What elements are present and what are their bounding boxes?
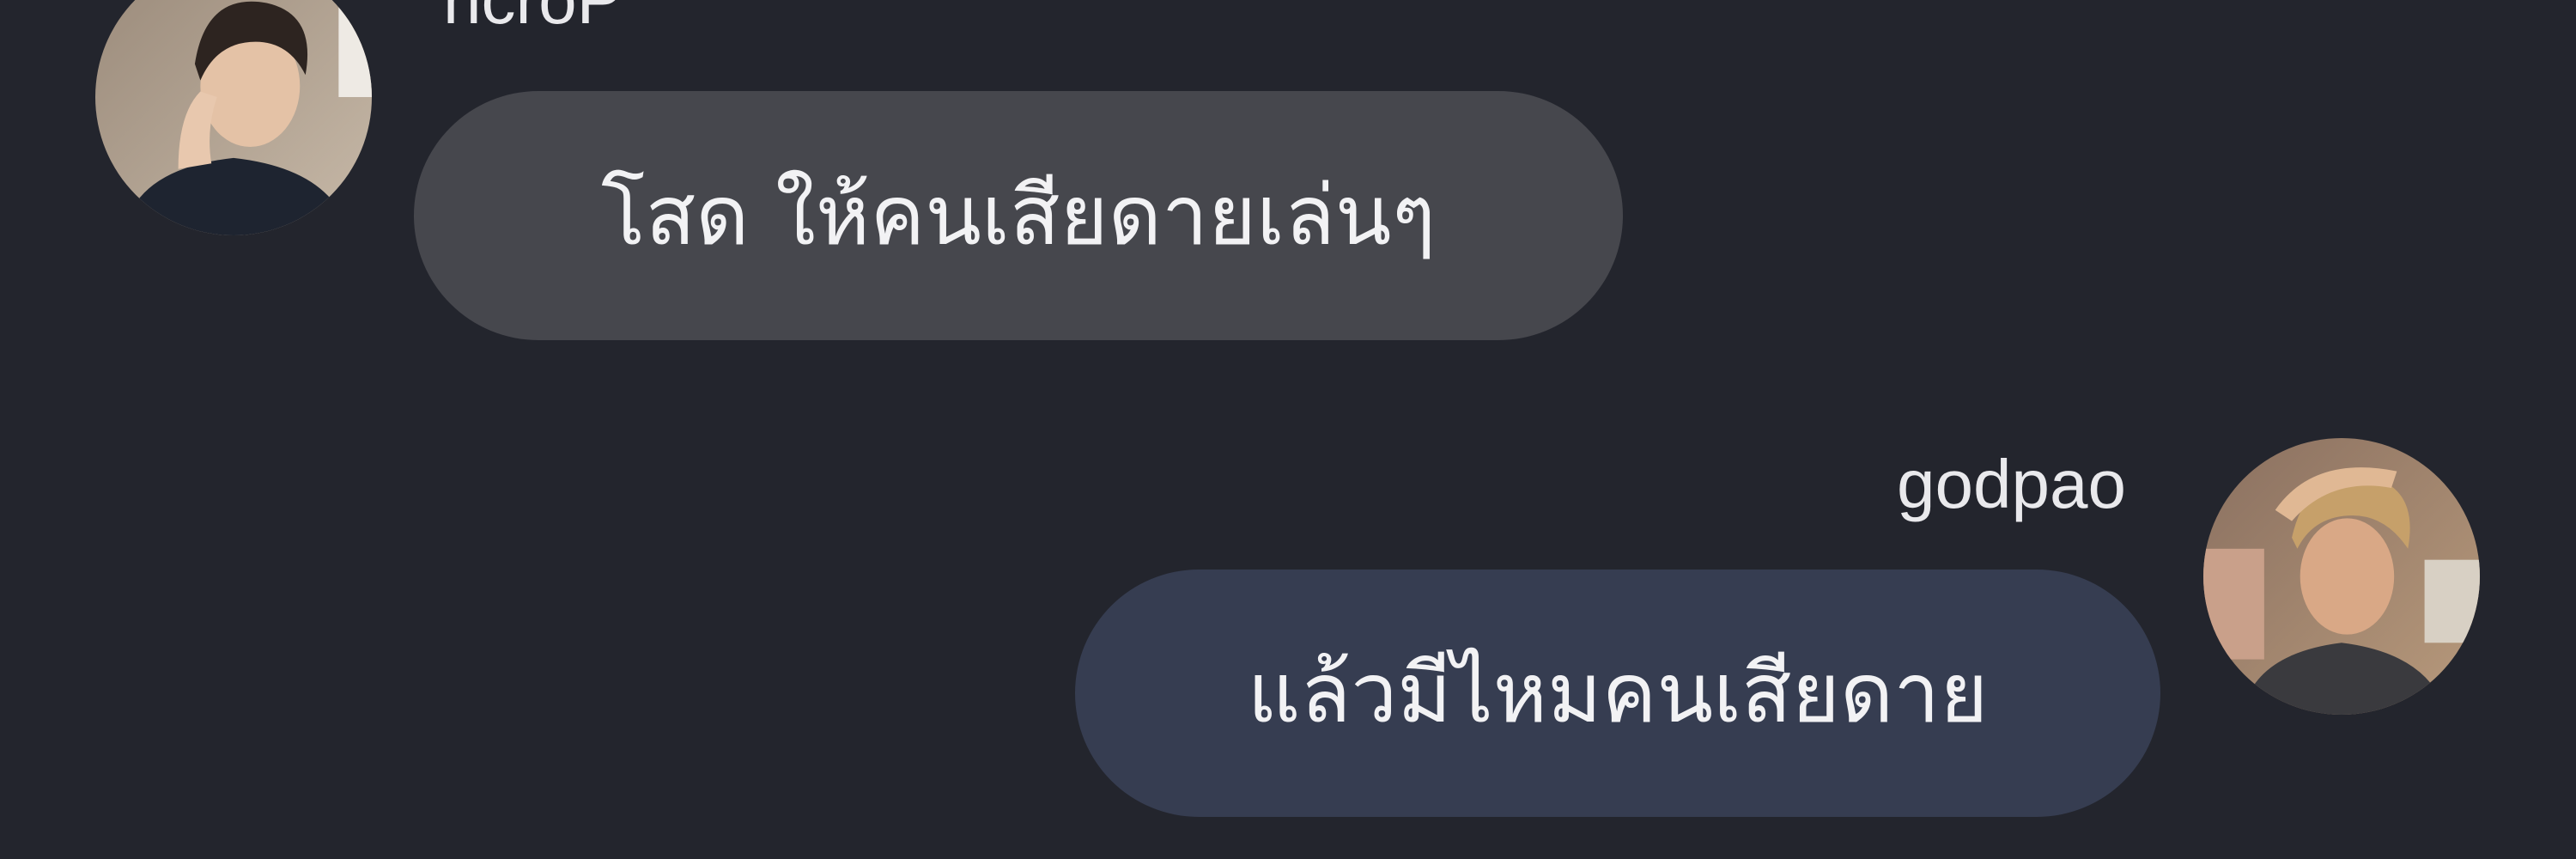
sender-avatar[interactable]: [95, 0, 372, 235]
sender-name: ncroP: [443, 0, 623, 34]
sender-avatar[interactable]: [2203, 438, 2480, 715]
avatar-photo-icon: [2203, 438, 2480, 715]
message-text: แล้วมีไหมคนเสียดาย: [1247, 645, 1989, 741]
message-bubble-outgoing[interactable]: แล้วมีไหมคนเสียดาย: [1075, 570, 2160, 817]
sender-name: godpao: [1897, 446, 2126, 522]
chat-thread: ncroP โสด ให้คนเสียดายเล่นๆ godpao แล้วม…: [0, 0, 2576, 859]
message-bubble-incoming[interactable]: โสด ให้คนเสียดายเล่นๆ: [414, 91, 1623, 340]
message-text: โสด ให้คนเสียดายเล่นๆ: [601, 168, 1436, 264]
avatar-photo-icon: [95, 0, 372, 235]
